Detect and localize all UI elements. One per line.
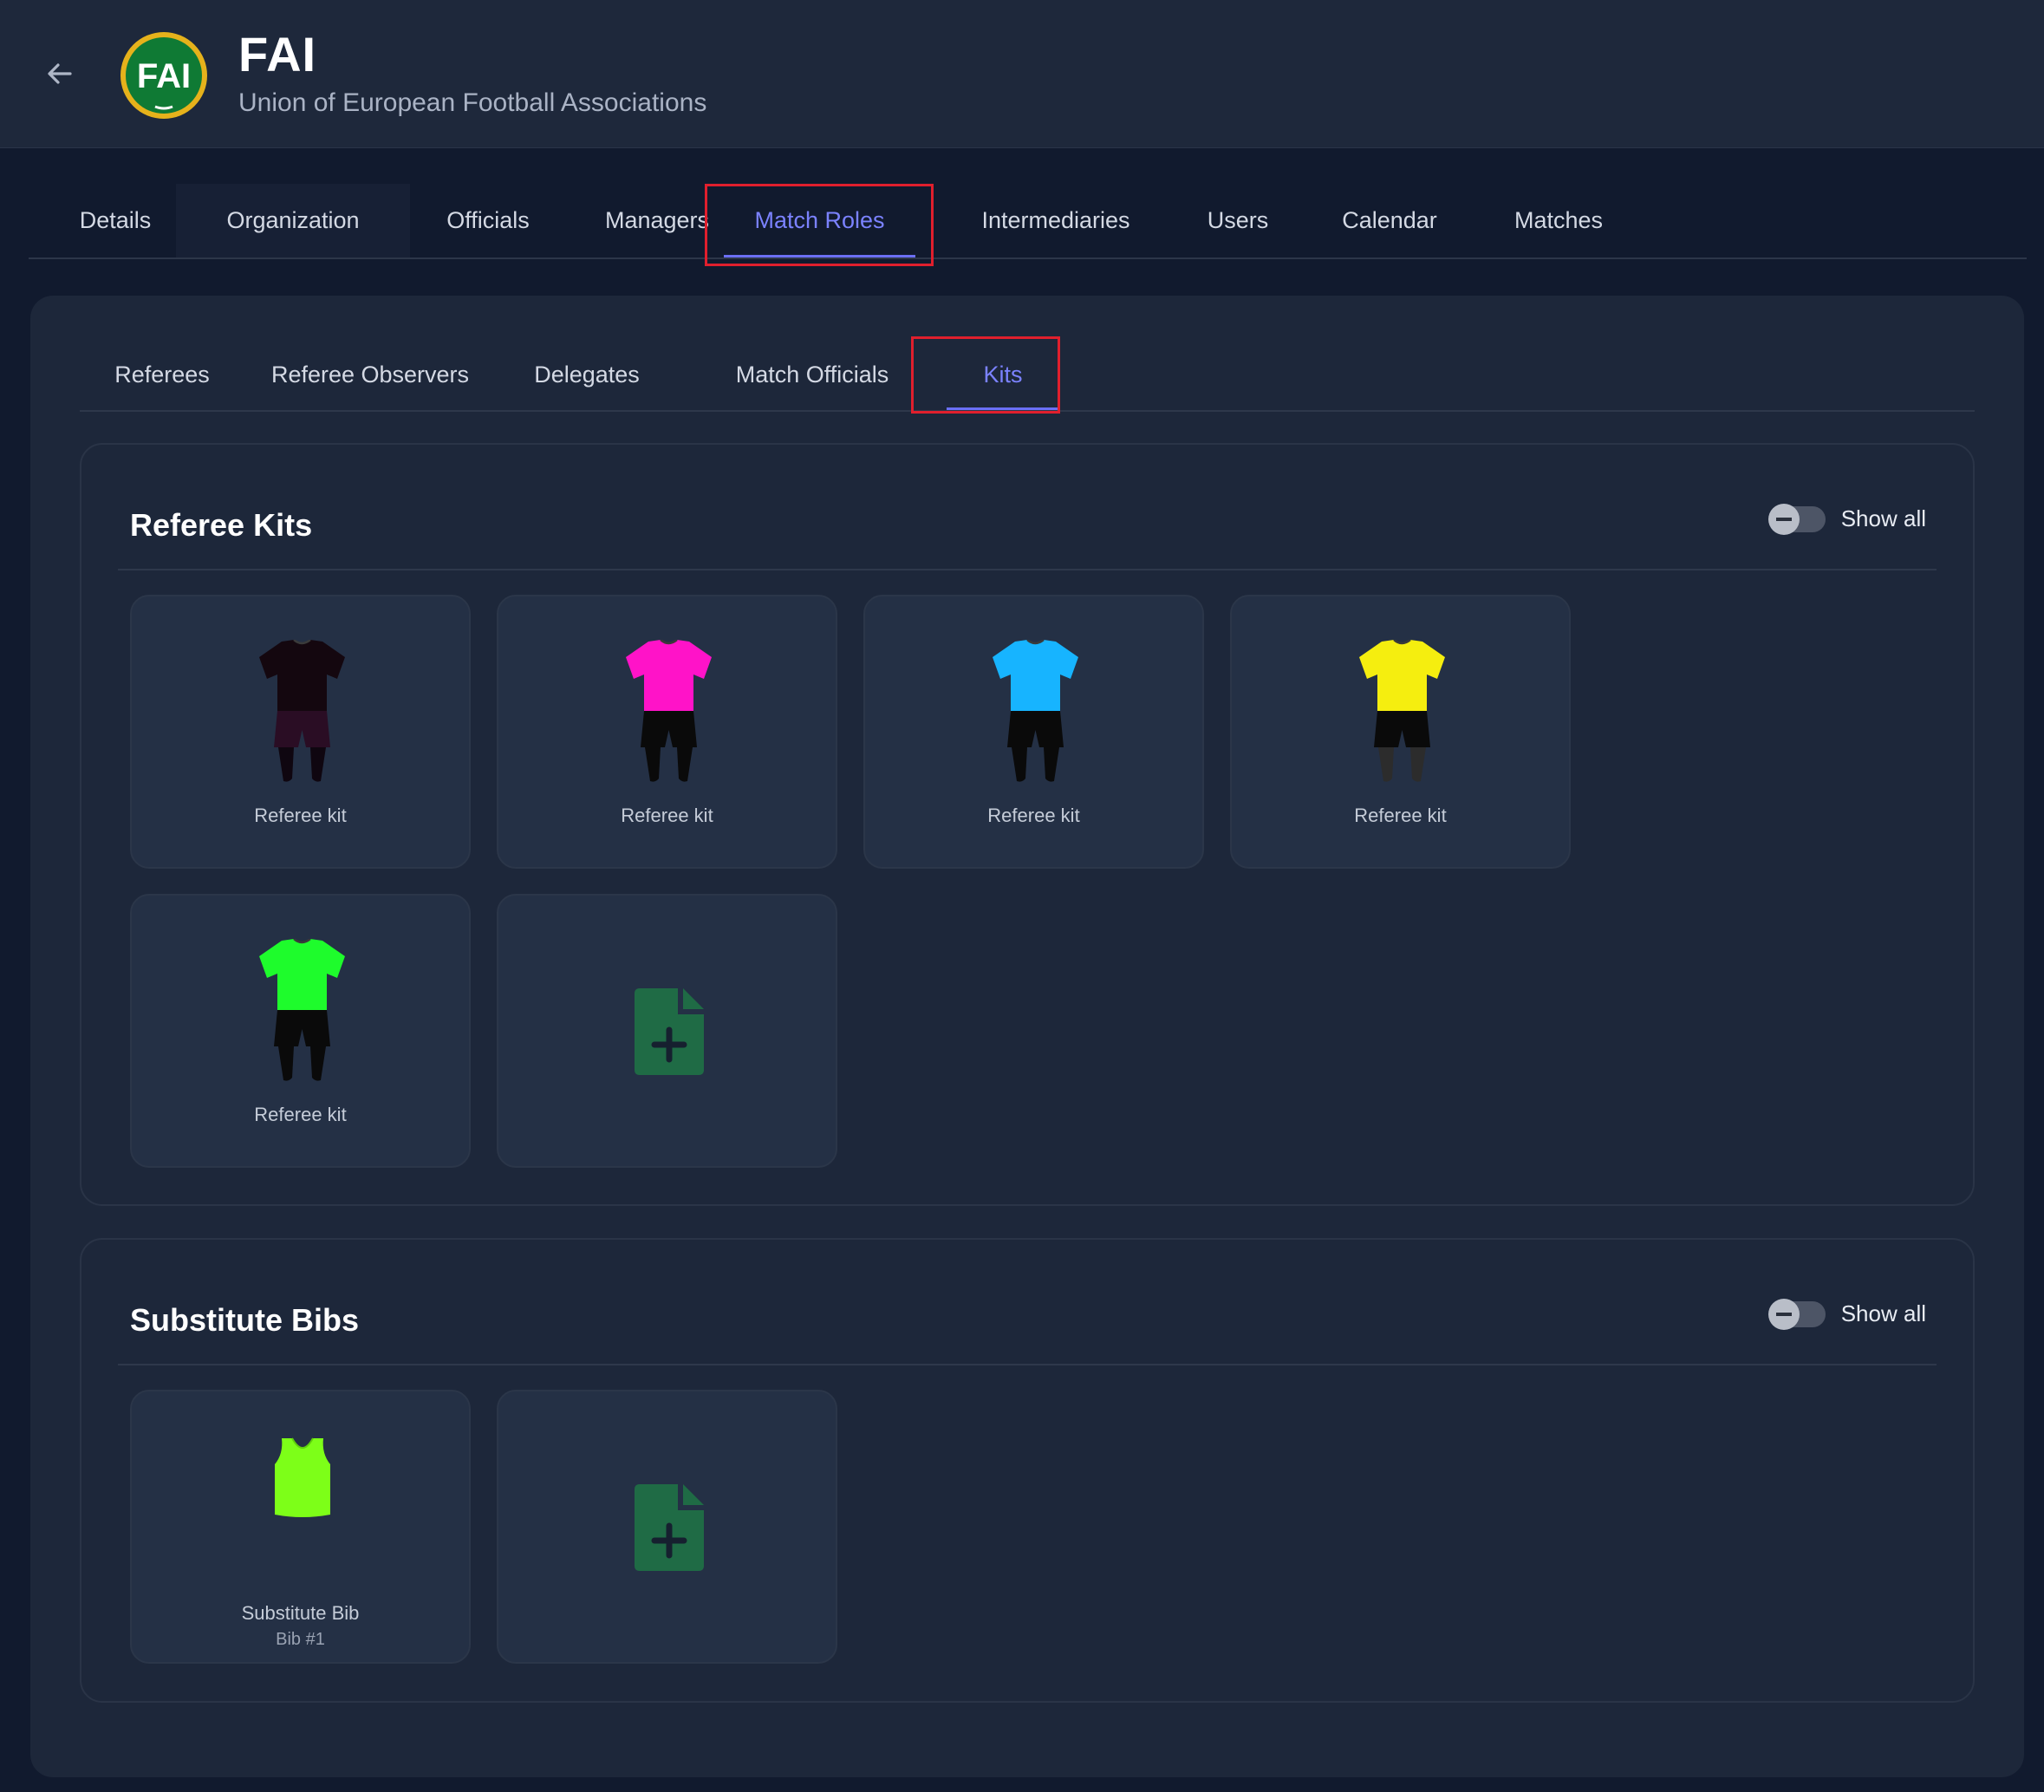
subtab-referees[interactable]: Referees (97, 339, 227, 410)
referee-kit-tile[interactable]: Referee kit (1230, 595, 1571, 869)
toggle-switch[interactable] (1767, 1298, 1826, 1330)
tab-details[interactable]: Details (63, 184, 167, 257)
subtab-kits-label: Kits (983, 361, 1023, 388)
tab-users[interactable]: Users (1168, 184, 1307, 257)
show-all-label: Show all (1840, 505, 1926, 531)
subtab-delegates[interactable]: Delegates (518, 339, 656, 410)
kit-image (1357, 638, 1447, 783)
toggle-knob (1767, 1298, 1800, 1330)
substitute-bibs-card: Substitute Bibs Show all Substitute Bib … (80, 1238, 1975, 1703)
tab-matches[interactable]: Matches (1476, 184, 1641, 257)
active-tab-indicator (724, 255, 915, 257)
kit-caption: Referee kit (987, 805, 1080, 826)
tab-organization[interactable]: Organization (176, 184, 410, 257)
referee-kit-tile[interactable]: Referee kit (130, 595, 471, 869)
referee-kits-title: Referee Kits (130, 507, 313, 543)
referee-kits-card: Referee Kits Show all Referee kit Refere… (80, 443, 1975, 1206)
toggle-knob (1767, 503, 1800, 535)
substitute-bibs-show-all-toggle[interactable]: Show all (1767, 1298, 1926, 1330)
back-arrow-icon[interactable] (42, 55, 78, 92)
match-roles-panel: Referees Referee Observers Delegates Mat… (30, 296, 2024, 1777)
referee-kit-tile[interactable]: Referee kit (497, 595, 837, 869)
sub-tab-bar: Referees Referee Observers Delegates Mat… (80, 339, 1975, 412)
tab-officials[interactable]: Officials (410, 184, 566, 257)
toggle-switch[interactable] (1767, 503, 1826, 535)
kit-caption: Referee kit (621, 805, 713, 826)
add-kit-tile[interactable] (497, 894, 837, 1168)
tab-intermediaries[interactable]: Intermediaries (934, 184, 1177, 257)
subtab-referee-observers[interactable]: Referee Observers (253, 339, 487, 410)
substitute-bibs-title: Substitute Bibs (130, 1302, 360, 1338)
kit-image (991, 638, 1080, 783)
section-divider (118, 569, 1937, 570)
file-plus-icon (635, 988, 704, 1075)
kit-image (257, 638, 347, 783)
referee-kit-tile[interactable]: Referee kit (130, 894, 471, 1168)
kit-image (624, 638, 713, 783)
bib-subcaption: Bib #1 (276, 1630, 325, 1649)
kit-caption: Referee kit (1354, 805, 1447, 826)
organization-subtitle: Union of European Football Associations (238, 88, 707, 117)
subtab-match-officials[interactable]: Match Officials (704, 339, 921, 410)
referee-kits-show-all-toggle[interactable]: Show all (1767, 503, 1926, 535)
bib-caption: Substitute Bib (241, 1602, 360, 1624)
tab-calendar[interactable]: Calendar (1303, 184, 1476, 257)
main-tab-bar: Details Organization Officials Managers … (29, 184, 2027, 259)
bib-tile[interactable]: Substitute Bib Bib #1 (130, 1390, 471, 1664)
tab-match-roles-label: Match Roles (754, 207, 885, 233)
fai-logo: FAI (119, 30, 209, 121)
referee-kit-tile[interactable]: Referee kit (863, 595, 1204, 869)
app-header: FAI FAI Union of European Football Assoc… (0, 0, 2044, 148)
active-subtab-indicator (947, 407, 1059, 410)
kit-image (257, 937, 347, 1082)
kit-caption: Referee kit (254, 1104, 347, 1125)
kit-caption: Referee kit (254, 805, 347, 826)
subtab-kits[interactable]: Kits (938, 339, 1068, 410)
show-all-label: Show all (1840, 1300, 1926, 1326)
add-bib-tile[interactable] (497, 1390, 837, 1664)
organization-name: FAI (238, 27, 317, 81)
bib-image (266, 1435, 339, 1522)
svg-text:FAI: FAI (137, 57, 191, 95)
section-divider (118, 1364, 1937, 1365)
tab-match-roles[interactable]: Match Roles (713, 184, 926, 257)
file-plus-icon (635, 1484, 704, 1571)
